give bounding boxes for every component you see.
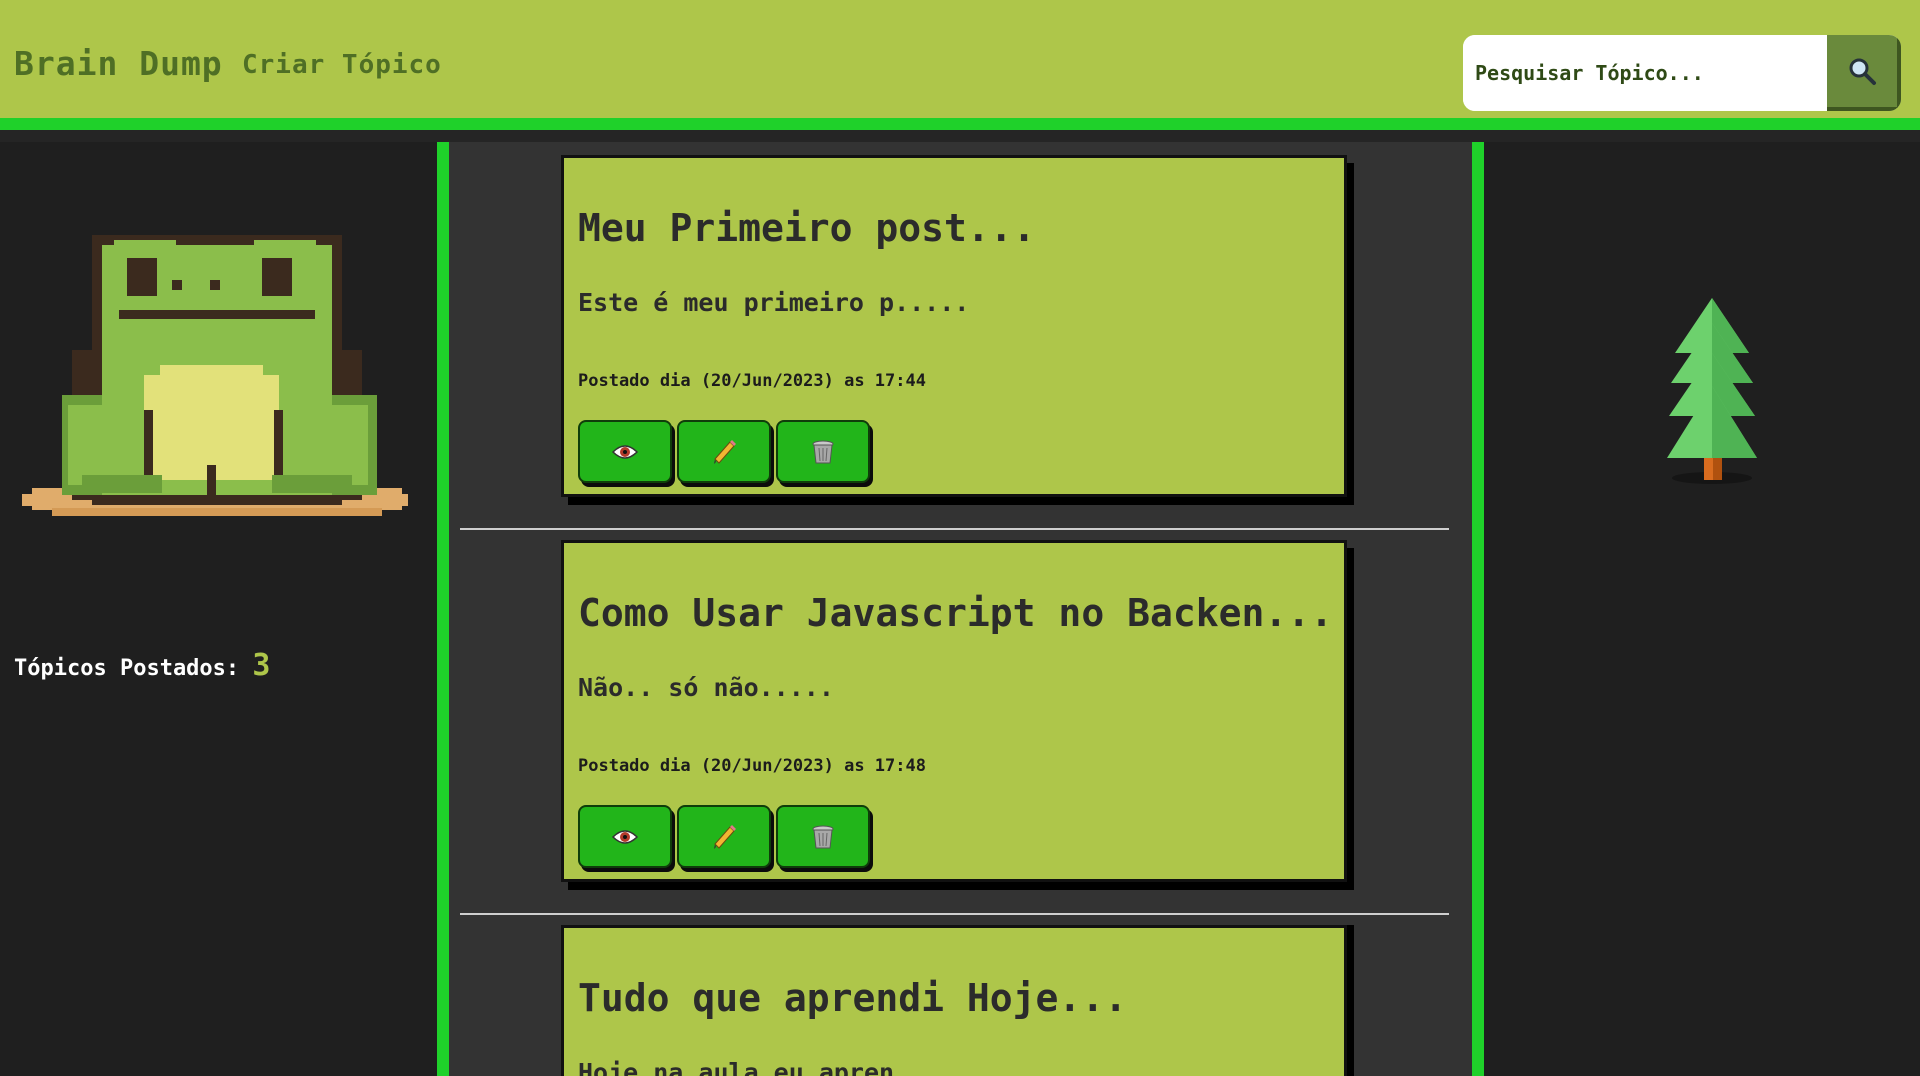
post-card: Meu Primeiro post... Este é meu primeiro… [561,155,1347,497]
search-bar [1463,35,1901,111]
post-title[interactable]: Como Usar Javascript no Backen... [578,591,1333,635]
post-divider [460,913,1449,915]
view-post-button[interactable] [578,420,672,483]
post-title[interactable]: Tudo que aprendi Hoje... [578,976,1127,1020]
eye-icon [611,829,639,844]
post-actions [578,420,870,483]
topics-posted-label: Tópicos Postados: [14,656,240,681]
search-input[interactable] [1463,35,1827,111]
topics-posted-stat: Tópicos Postados: 3 [14,648,270,683]
pencil-icon [714,439,736,464]
edit-post-button[interactable] [677,805,771,868]
frog-mascot-image [22,235,408,516]
search-icon [1849,58,1876,85]
eye-icon [611,444,639,459]
delete-post-button[interactable] [776,805,870,868]
delete-post-button[interactable] [776,420,870,483]
right-sidebar [1484,142,1920,1076]
edit-post-button[interactable] [677,420,771,483]
left-divider [437,142,449,1076]
topics-posted-count: 3 [252,648,271,683]
post-excerpt: Não.. só não..... [578,673,834,702]
right-divider [1472,142,1484,1076]
post-actions [578,805,870,868]
search-button[interactable] [1827,35,1901,111]
post-title[interactable]: Meu Primeiro post... [578,206,1036,250]
post-date: Postado dia (20/Jun/2023) as 17:48 [578,756,926,776]
trash-icon [812,440,834,463]
view-post-button[interactable] [578,805,672,868]
create-topic-link[interactable]: Criar Tópico [242,50,442,80]
top-navbar: Brain Dump Criar Tópico [0,0,1920,130]
post-excerpt: Este é meu primeiro p..... [578,288,970,317]
post-divider [460,528,1449,530]
pine-tree-image [1667,298,1757,484]
post-date: Postado dia (20/Jun/2023) as 17:44 [578,371,926,391]
post-excerpt: Hoje na aula eu apren [578,1058,895,1076]
brand-logo[interactable]: Brain Dump [14,44,223,83]
post-card: Como Usar Javascript no Backen... Não.. … [561,540,1347,882]
trash-icon [812,825,834,848]
pencil-icon [714,824,736,849]
post-card: Tudo que aprendi Hoje... Hoje na aula eu… [561,925,1347,1076]
